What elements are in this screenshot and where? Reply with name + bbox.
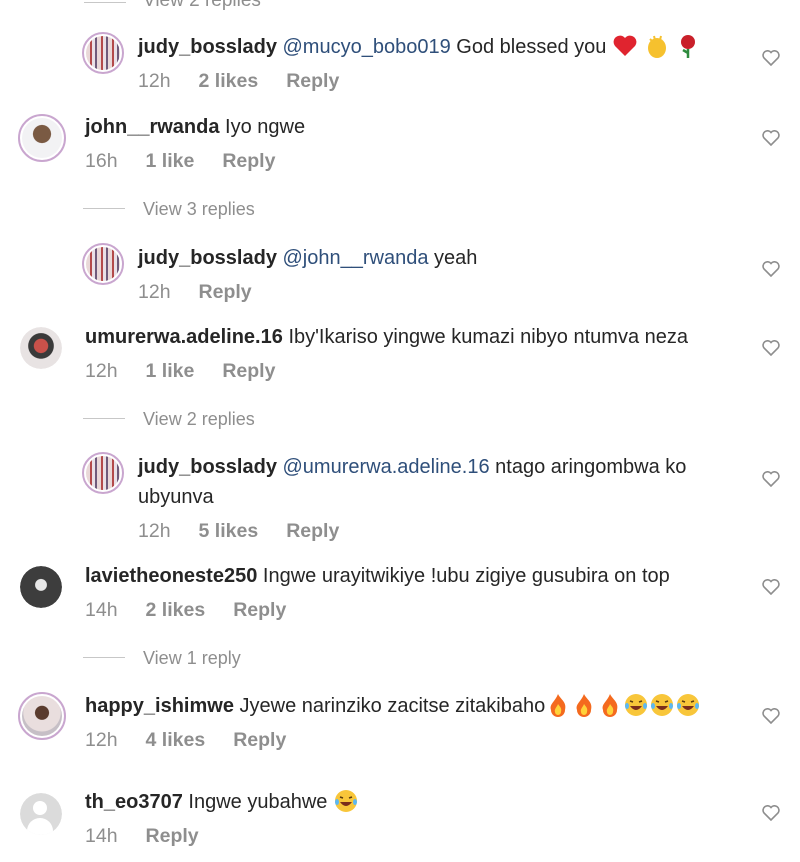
view-replies-link[interactable]: View 3 replies [143,199,255,220]
mention-link[interactable]: @mucyo_bobo019 [283,36,451,58]
comment-meta: 12h 1 like Reply [85,360,303,383]
comment-body: Ingwe yubahwe [188,791,328,813]
reply-button[interactable]: Reply [146,825,199,847]
username[interactable]: judy_bosslady [138,247,277,269]
avatar[interactable] [18,692,66,740]
comment-body: Ingwe urayitwikiye !ubu zigiye gusubira … [262,565,670,587]
likes-count[interactable]: 4 likes [146,729,206,751]
username[interactable]: john__rwanda [85,116,219,138]
thread-line [84,2,126,3]
like-heart-icon[interactable] [762,261,780,277]
likes-count[interactable]: 2 likes [146,599,206,621]
avatar[interactable] [18,114,66,162]
comment-meta: 14h Reply [85,825,227,848]
rose-emoji-icon [681,34,696,58]
timestamp: 16h [85,150,118,172]
comment-text: lavietheoneste250 Ingwe urayitwikiye !ub… [85,561,670,591]
comment-text: john__rwanda Iyo ngwe [85,112,305,142]
comment-meta: 16h 1 like Reply [85,150,303,173]
username[interactable]: judy_bosslady [138,456,277,478]
timestamp: 12h [138,520,171,542]
timestamp: 14h [85,825,118,847]
comment-meta: 12h Reply [138,281,280,304]
laughing-emoji-icon [334,789,357,812]
like-heart-icon[interactable] [762,340,780,356]
likes-count[interactable]: 1 like [146,360,195,382]
comment-body: Iyo ngwe [225,116,306,138]
comment-text: th_eo3707 Ingwe yubahwe [85,787,359,817]
username[interactable]: umurerwa.adeline.16 [85,326,283,348]
comment-body: ntago aringombwa ko [495,456,687,478]
timestamp: 12h [85,360,118,382]
reply-button[interactable]: Reply [233,729,286,751]
mention-link[interactable]: @umurerwa.adeline.16 [283,456,490,478]
timestamp: 12h [85,729,118,751]
view-replies-link[interactable]: View 2 replies [143,409,255,430]
like-heart-icon[interactable] [762,471,780,487]
comment-body: Iby'Ikariso yingwe kumazi nibyo ntumva n… [288,326,688,348]
avatar[interactable] [82,32,124,74]
laughing-emoji-icon [677,693,700,716]
clap-emoji-icon [647,35,666,58]
likes-count[interactable]: 5 likes [199,520,259,542]
comment-body-continued: ubyunva [138,486,214,508]
comment-meta: 14h 2 likes Reply [85,599,314,622]
avatar[interactable] [20,566,62,608]
username[interactable]: happy_ishimwe [85,695,234,717]
comment-meta: 12h 5 likes Reply [138,520,367,543]
like-heart-icon[interactable] [762,579,780,595]
mention-link[interactable]: @john__rwanda [283,247,429,269]
view-replies-link[interactable]: View 1 reply [143,648,241,669]
comment-text: judy_bosslady @mucyo_bobo019 God blessed… [138,32,701,62]
username[interactable]: th_eo3707 [85,791,183,813]
like-heart-icon[interactable] [762,50,780,66]
comment-text: happy_ishimwe Jyewe narinziko zacitse zi… [85,691,701,721]
comment-meta: 12h 4 likes Reply [85,729,314,752]
timestamp: 14h [85,599,118,621]
reply-button[interactable]: Reply [199,281,252,303]
reply-button[interactable]: Reply [222,150,275,172]
username[interactable]: lavietheoneste250 [85,565,257,587]
reply-button[interactable]: Reply [222,360,275,382]
like-heart-icon[interactable] [762,130,780,146]
likes-count[interactable]: 1 like [146,150,195,172]
fire-emoji-icon [550,693,566,717]
comment-text: umurerwa.adeline.16 Iby'Ikariso yingwe k… [85,322,688,352]
view-replies-link[interactable]: View 2 replies [143,0,261,12]
avatar[interactable] [82,452,124,494]
laughing-emoji-icon [625,693,648,716]
reply-button[interactable]: Reply [233,599,286,621]
laughing-emoji-icon [651,693,674,716]
heart-emoji-icon [613,35,637,56]
avatar[interactable] [82,243,124,285]
comment-meta: 12h 2 likes Reply [138,70,367,93]
avatar[interactable] [20,793,62,835]
avatar[interactable] [20,327,62,369]
username[interactable]: judy_bosslady [138,36,277,58]
comment-text: judy_bosslady @john__rwanda yeah [138,243,477,273]
comment-body: Jyewe narinziko zacitse zitakibaho [239,695,546,717]
likes-count[interactable]: 2 likes [199,70,259,92]
timestamp: 12h [138,70,171,92]
comment-text: judy_bosslady @umurerwa.adeline.16 ntago… [138,452,728,512]
timestamp: 12h [138,281,171,303]
like-heart-icon[interactable] [762,805,780,821]
reply-button[interactable]: Reply [286,520,339,542]
like-heart-icon[interactable] [762,708,780,724]
reply-button[interactable]: Reply [286,70,339,92]
comment-body: God blessed you [456,36,607,58]
fire-emoji-icon [602,693,618,717]
comment-body: yeah [434,247,478,269]
fire-emoji-icon [576,693,592,717]
